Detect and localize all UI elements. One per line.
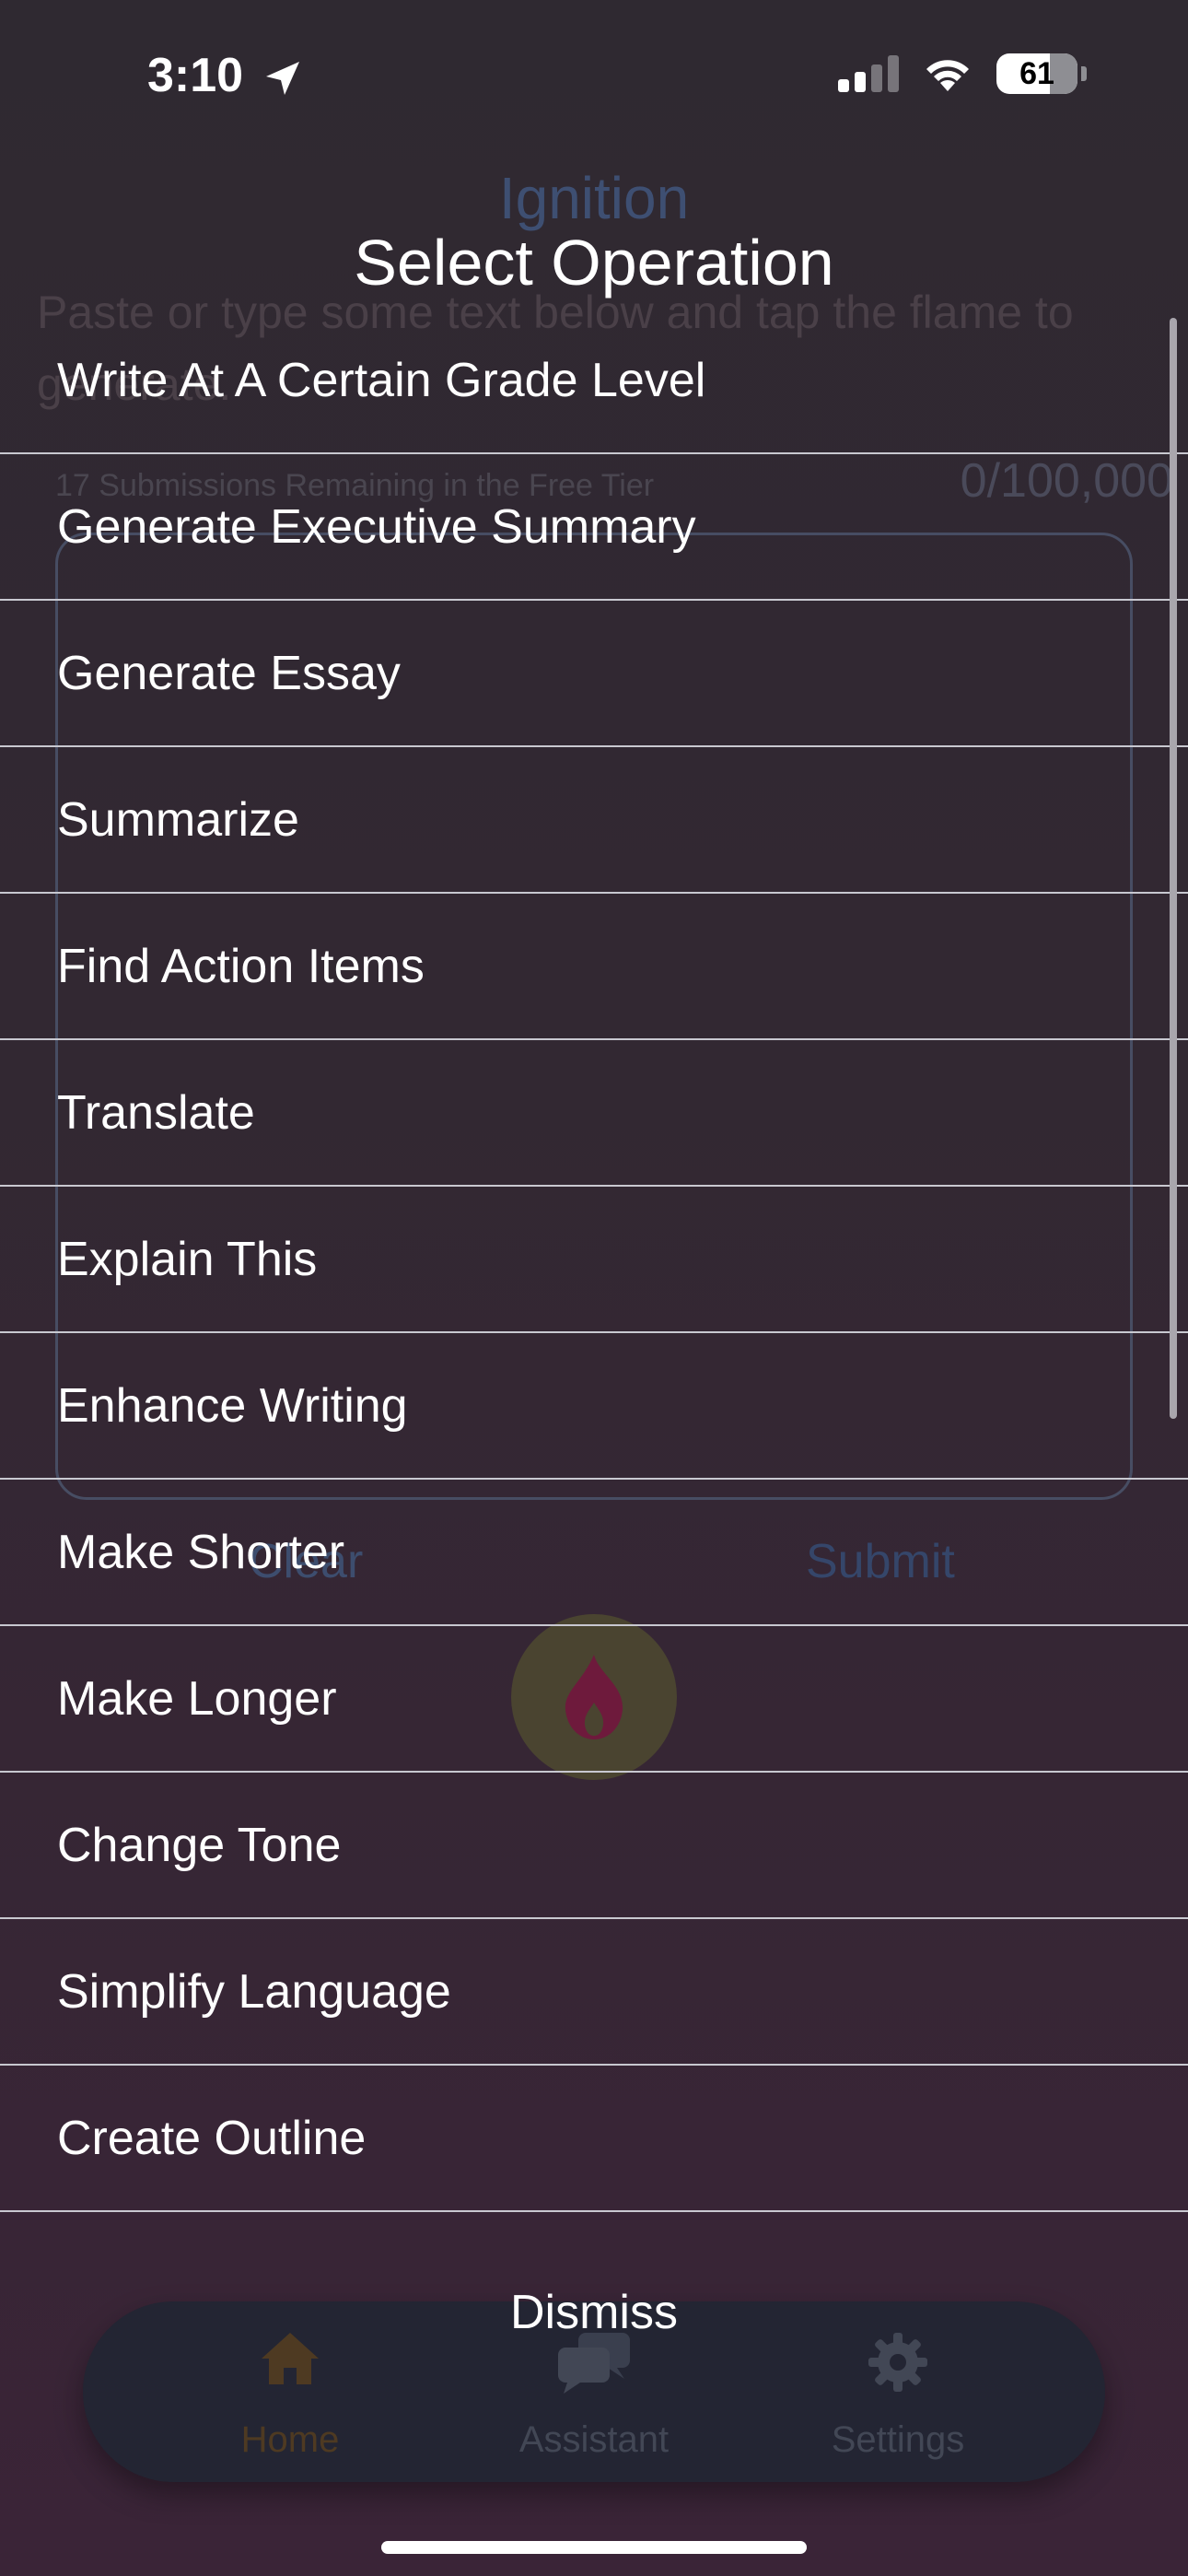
battery-level: 61 bbox=[1019, 55, 1054, 91]
operation-label: Find Action Items bbox=[57, 939, 425, 993]
operation-item-write-at-grade-level[interactable]: Write At A Certain Grade Level bbox=[0, 308, 1188, 454]
scroll-indicator[interactable] bbox=[1170, 318, 1177, 1419]
dismiss-button[interactable]: Dismiss bbox=[0, 2285, 1188, 2340]
operation-label: Change Tone bbox=[57, 1818, 342, 1872]
status-indicators: 61 bbox=[838, 53, 1087, 94]
operation-item-make-longer[interactable]: Make Longer bbox=[0, 1626, 1188, 1773]
home-indicator[interactable] bbox=[381, 2541, 807, 2554]
clock-text: 3:10 bbox=[147, 49, 244, 102]
wifi-icon bbox=[926, 60, 969, 91]
operation-item-generate-essay[interactable]: Generate Essay bbox=[0, 601, 1188, 747]
operation-label: Simplify Language bbox=[57, 1964, 451, 2019]
operation-item-enhance-writing[interactable]: Enhance Writing bbox=[0, 1333, 1188, 1480]
operation-item-find-action-items[interactable]: Find Action Items bbox=[0, 894, 1188, 1040]
app-title: Ignition bbox=[498, 165, 690, 231]
operation-label: Explain This bbox=[57, 1232, 318, 1286]
operation-item-create-outline[interactable]: Create Outline bbox=[0, 2066, 1188, 2212]
operation-label: Summarize bbox=[57, 792, 299, 847]
operation-label: Make Shorter bbox=[57, 1525, 345, 1579]
tab-settings-label: Settings bbox=[831, 2419, 965, 2460]
location-arrow-icon bbox=[265, 62, 299, 96]
operation-label: Generate Executive Summary bbox=[57, 499, 696, 554]
operation-label: Create Outline bbox=[57, 2111, 367, 2165]
operation-item-summarize[interactable]: Summarize bbox=[0, 747, 1188, 894]
operation-list: Write At A Certain Grade Level Generate … bbox=[0, 308, 1188, 2212]
operation-item-translate[interactable]: Translate bbox=[0, 1040, 1188, 1187]
operation-item-explain-this[interactable]: Explain This bbox=[0, 1187, 1188, 1333]
battery-icon: 61 bbox=[996, 53, 1077, 94]
operation-item-make-shorter[interactable]: Make Shorter bbox=[0, 1480, 1188, 1626]
operation-label: Write At A Certain Grade Level bbox=[57, 353, 706, 407]
status-time: 3:10 bbox=[147, 48, 303, 103]
operation-label: Make Longer bbox=[57, 1671, 337, 1726]
operation-item-change-tone[interactable]: Change Tone bbox=[0, 1773, 1188, 1919]
operation-label: Generate Essay bbox=[57, 646, 401, 700]
tab-assistant-label: Assistant bbox=[518, 2419, 670, 2460]
sheet-title: Select Operation bbox=[354, 227, 834, 299]
operation-label: Translate bbox=[57, 1085, 255, 1140]
operation-label: Enhance Writing bbox=[57, 1378, 408, 1433]
tab-home-label: Home bbox=[240, 2419, 340, 2460]
cellular-signal-icon bbox=[838, 55, 899, 92]
operation-item-simplify-language[interactable]: Simplify Language bbox=[0, 1919, 1188, 2066]
operation-item-generate-executive-summary[interactable]: Generate Executive Summary bbox=[0, 454, 1188, 601]
